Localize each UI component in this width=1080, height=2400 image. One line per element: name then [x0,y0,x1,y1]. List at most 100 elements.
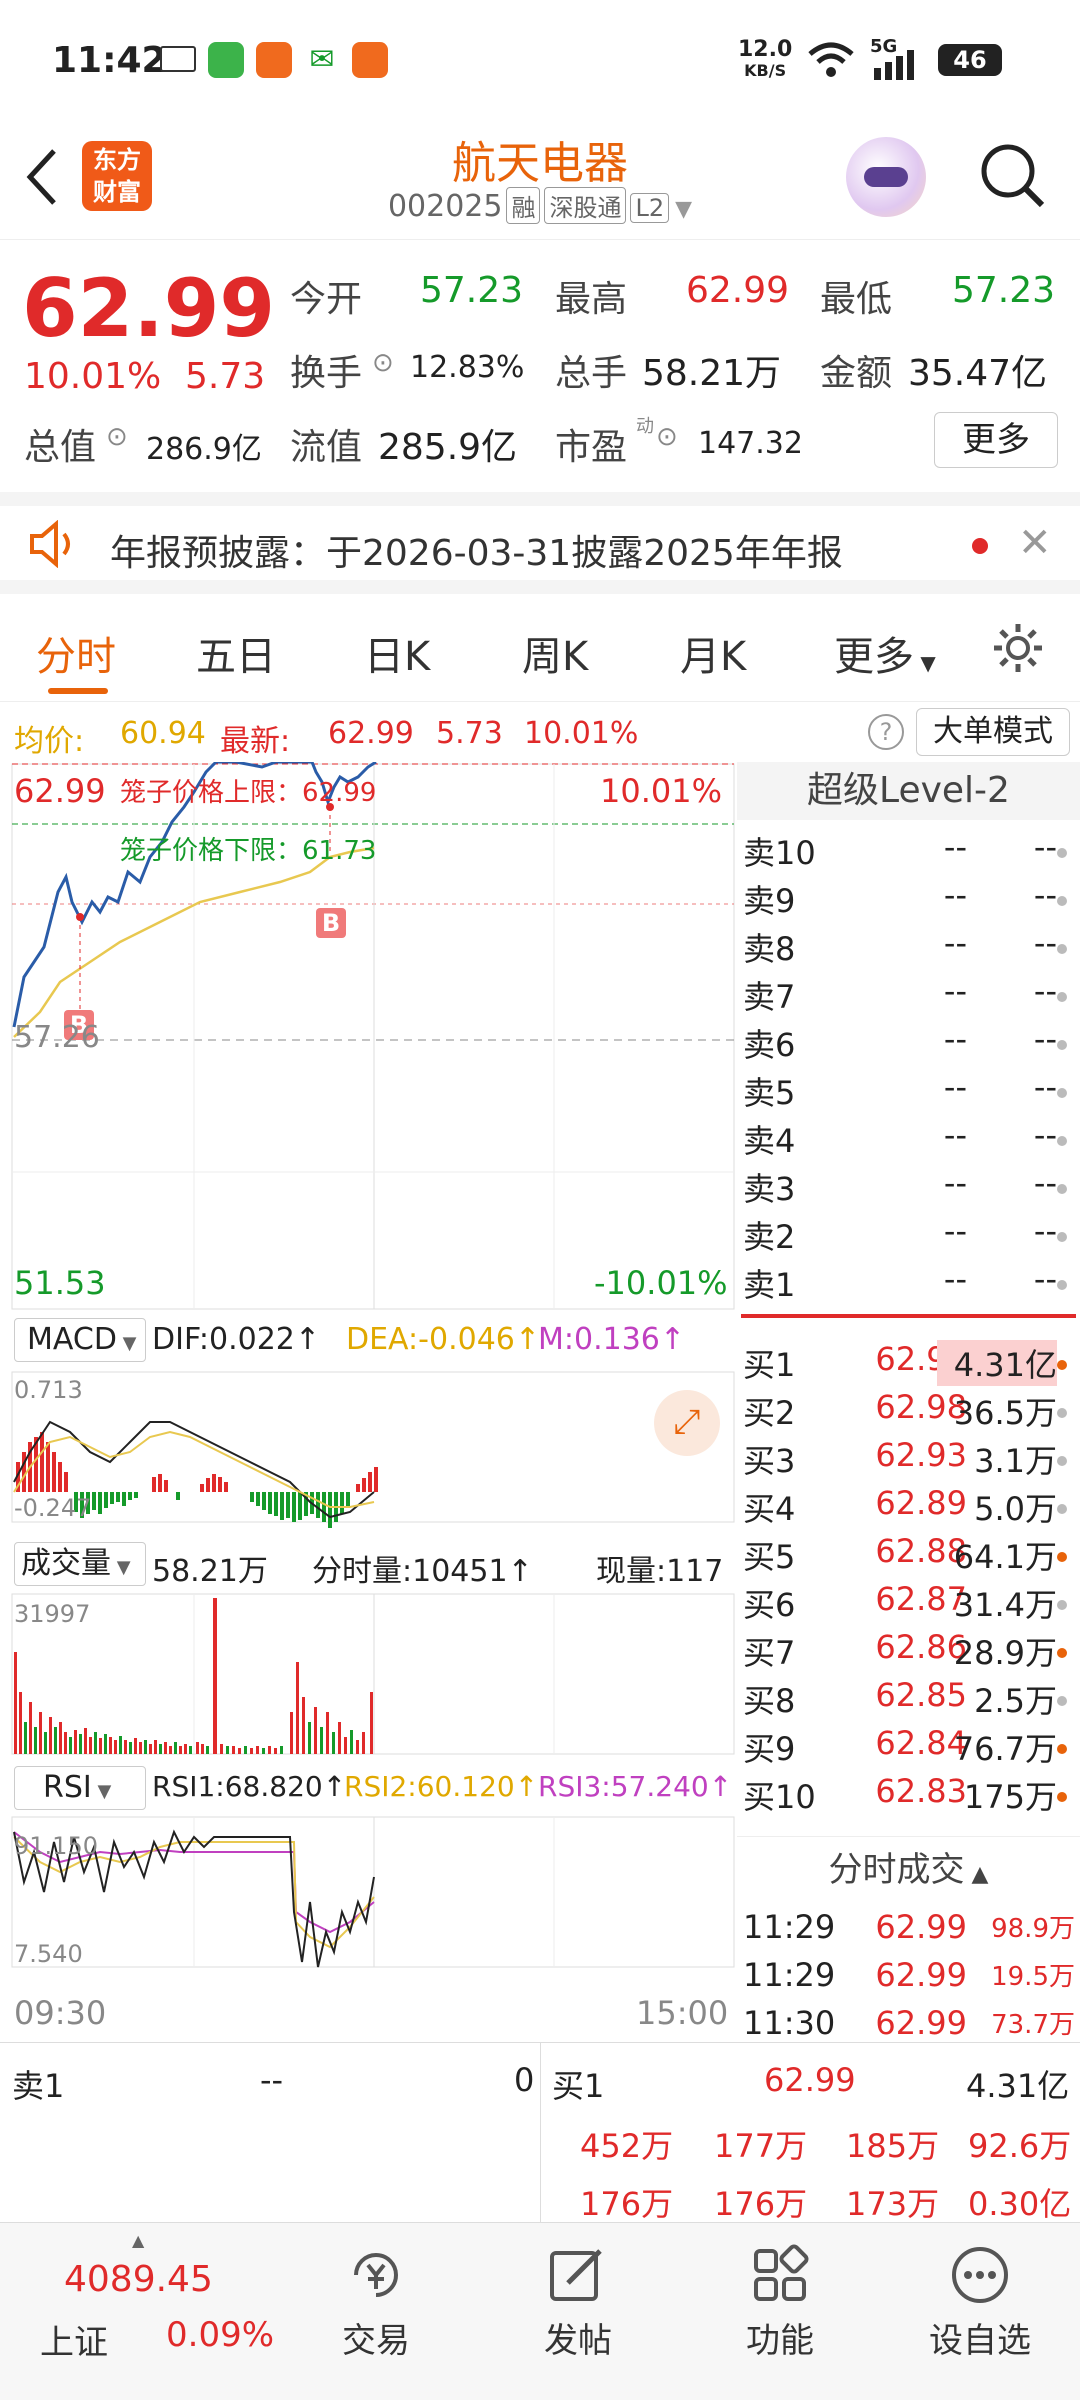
tab-five-day[interactable]: 五日 [196,624,276,682]
app-icon-1 [160,46,196,72]
avg-label: 均价: [14,724,85,759]
float-label: 流值 [290,427,363,468]
nav-functions[interactable]: 功能 [710,2243,850,2362]
rsi-selector[interactable]: RSI ▼ [14,1766,146,1810]
bid-row[interactable]: 买9 62.84 76.7万 [737,1724,1080,1772]
big-order-mode-button[interactable]: 大单模式 [916,708,1070,756]
index-name: 上证 [40,2323,108,2363]
tick-trades-header[interactable]: 分时成交 ▲ [737,1838,1080,1902]
bid-volume: 64.1万 [953,1538,1057,1576]
tick-row[interactable]: 11:29 62.99 98.9万 [737,1908,1080,1956]
level2-title[interactable]: 超级Level-2 [737,762,1080,820]
more-button[interactable]: 更多 [934,412,1058,468]
bid-row[interactable]: 买5 62.88 64.1万 [737,1532,1080,1580]
robot-assistant-avatar[interactable] [846,137,926,217]
index-ticker[interactable]: ▲ 4089.45 上证 0.09% [24,2231,274,2381]
info-icon[interactable]: ⊙ [656,422,678,452]
tab-intraday[interactable]: 分时 [36,624,116,682]
bid-level: 买8 [743,1682,796,1720]
row-dot [1057,944,1067,954]
bid-row[interactable]: 买7 62.86 28.9万 [737,1628,1080,1676]
row-dot [1057,1136,1067,1146]
ask-level: 卖4 [743,1122,796,1160]
buy1-volume: 4.31亿 [966,2067,1070,2105]
bid-level: 买5 [743,1538,796,1576]
volume-selector[interactable]: 成交量 ▼ [14,1542,146,1586]
bid-row[interactable]: 买2 62.98 36.5万 [737,1388,1080,1436]
notice-bar[interactable]: 年报预披露：于2026-03-31披露2025年年报 ✕ [0,492,1080,594]
rsi2-value: RSI2:60.120↑ [344,1770,539,1803]
nav-post-label: 发帖 [544,2321,612,2361]
amount-label: 金额 [820,353,893,394]
expand-icon[interactable]: ⤢ [654,1390,720,1456]
last-label: 最新: [220,724,291,759]
tick-volume: 98.9万 [991,1914,1075,1944]
bid-row[interactable]: 买6 62.87 31.4万 [737,1580,1080,1628]
ask-row[interactable]: 卖6 -- -- [737,1020,1080,1068]
intraday-chart[interactable]: 62.99 10.01% 笼子价格上限：62.99 笼子价格下限：61.73 B… [0,762,735,2042]
sell1-price: -- [260,2061,284,2099]
nav-add-favorite[interactable]: 设自选 [910,2243,1050,2362]
tick-price: 62.99 [875,2004,967,2042]
ask-row[interactable]: 卖7 -- -- [737,972,1080,1020]
ask-row[interactable]: 卖8 -- -- [737,924,1080,972]
ask-row[interactable]: 卖5 -- -- [737,1068,1080,1116]
tab-weekly-k[interactable]: 周K [522,624,588,682]
bid-row[interactable]: 买1 62.99 4.31亿 [737,1340,1080,1388]
active-tab-indicator [48,688,108,694]
grid-app-icon [352,42,388,78]
tick-time: 11:30 [743,2004,836,2042]
sell1-volume: 0 [514,2061,535,2099]
bid-row[interactable]: 买3 62.93 3.1万 [737,1436,1080,1484]
bid-level: 买4 [743,1490,796,1528]
ask-row[interactable]: 卖3 -- -- [737,1164,1080,1212]
ask-row[interactable]: 卖4 -- -- [737,1116,1080,1164]
tab-monthly-k[interactable]: 月K [680,624,746,682]
close-icon[interactable]: ✕ [1018,520,1052,566]
volume-total: 58.21万 [152,1554,268,1589]
row-dot [1057,1648,1067,1658]
tick-volume: 19.5万 [991,1962,1075,1992]
tab-daily-k[interactable]: 日K [364,624,430,682]
row-dot [1057,896,1067,906]
tick-volume: 分时量:10451↑ [312,1554,533,1589]
ask-row[interactable]: 卖9 -- -- [737,876,1080,924]
ask-volume: -- [1033,828,1057,866]
buy-marker[interactable]: B [316,908,346,938]
search-icon[interactable] [976,139,1048,211]
row-dot [1057,1408,1067,1418]
bid-row[interactable]: 买10 62.83 175万 [737,1772,1080,1820]
macd-selector[interactable]: MACD ▼ [14,1318,146,1362]
nav-trade-label: 交易 [342,2321,410,2361]
bid-row[interactable]: 买4 62.89 5.0万 [737,1484,1080,1532]
tick-row[interactable]: 11:29 62.99 19.5万 [737,1956,1080,2004]
bid-row[interactable]: 买8 62.85 2.5万 [737,1676,1080,1724]
queue-item: 177万 [714,2127,808,2165]
info-icon[interactable]: ⊙ [106,422,128,452]
ask-volume: -- [1033,1116,1057,1154]
current-volume: 现量:117 [596,1554,724,1589]
help-icon[interactable]: ? [868,714,904,750]
ask-volume: -- [1033,1164,1057,1202]
post-app-icon: ✉ [304,42,340,78]
settings-gear-icon[interactable] [990,620,1046,676]
change-pct: 10.01% [24,356,162,397]
nav-trade[interactable]: 交易 [306,2243,446,2362]
macd-bottom-label: -0.247 [14,1494,92,1522]
mktcap-value: 286.9亿 [146,432,262,467]
info-icon[interactable]: ⊙ [372,348,394,378]
row-dot [1057,1744,1067,1754]
buy1-label: 买1 [552,2067,605,2105]
ask-row[interactable]: 卖1 -- -- [737,1260,1080,1308]
high-label: 最高 [555,279,628,320]
tick-price: 62.99 [875,1956,967,1994]
grid-icon [754,2244,809,2301]
unread-dot [972,538,988,554]
rsi1-value: RSI1:68.820↑ [152,1770,347,1803]
ask-volume: -- [1033,924,1057,962]
tab-more[interactable]: 更多 ▼ [834,624,936,682]
ask-row[interactable]: 卖10 -- -- [737,828,1080,876]
nav-post[interactable]: 发帖 [508,2243,648,2362]
ask-row[interactable]: 卖2 -- -- [737,1212,1080,1260]
bid-volume: 175万 [963,1778,1057,1816]
